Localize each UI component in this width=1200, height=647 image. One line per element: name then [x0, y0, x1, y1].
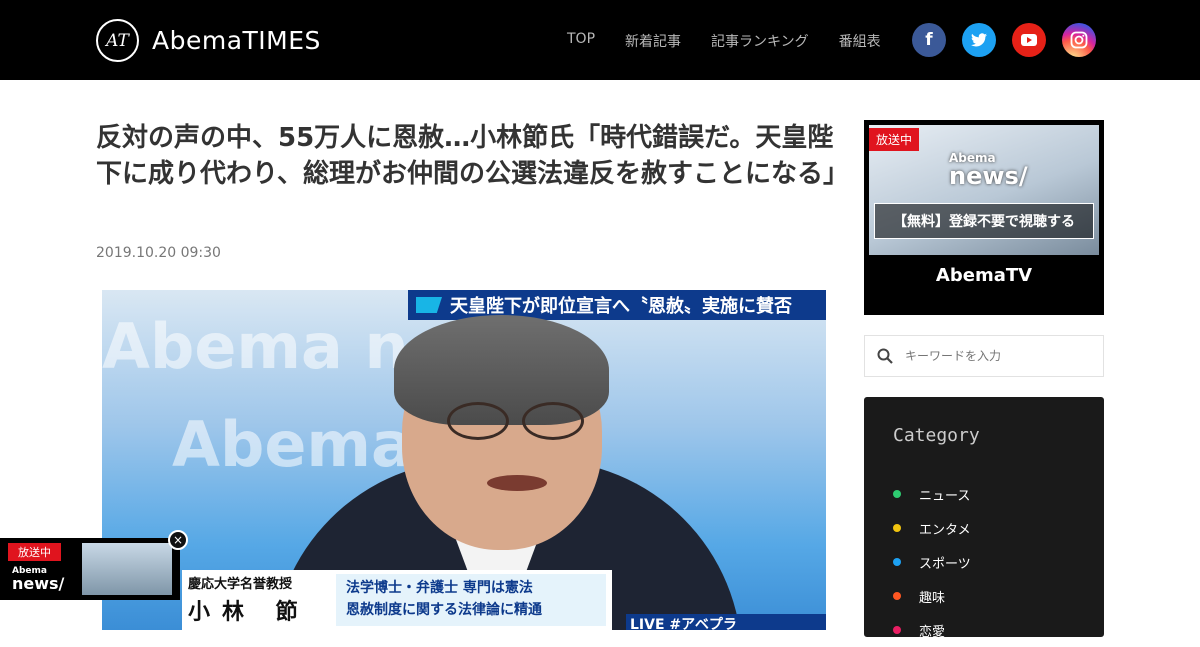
live-stream-thumbnail[interactable]: 放送中 Abema news/ 【無料】登録不要で視聴する — [869, 125, 1099, 255]
live-brand: news/ — [949, 162, 1028, 190]
caption-line-2: 恩赦制度に関する法律論に精通 — [346, 602, 542, 618]
abematv-logo: AbemaTV — [935, 265, 1033, 286]
caption-detail-block: 法学博士・弁護士 専門は憲法 恩赦制度に関する法律論に精通 — [336, 574, 606, 626]
category-item-news[interactable]: ニュース — [893, 477, 971, 511]
category-item-entertainment[interactable]: エンタメ — [893, 511, 971, 545]
category-item-hobby[interactable]: 趣味 — [893, 579, 971, 613]
youtube-icon[interactable] — [1012, 23, 1046, 57]
category-dot — [893, 524, 901, 532]
flag-icon — [416, 297, 442, 313]
main-nav: TOP 新着記事 記事ランキング 番組表 — [567, 31, 911, 51]
onair-badge: 放送中 — [869, 128, 920, 151]
article-hero-image: Abema news Abema TIME 天皇陛下が即位宣言へ〝恩赦〟実施に賛… — [102, 290, 826, 630]
nav-top[interactable]: TOP — [567, 31, 595, 51]
search-icon[interactable] — [877, 348, 893, 364]
social-links: f — [912, 23, 1112, 57]
mini-player[interactable]: 放送中 Abema news/ — [0, 538, 180, 600]
category-dot — [893, 558, 901, 566]
logo-mark-icon: AT — [96, 19, 139, 62]
glasses-icon — [447, 402, 509, 440]
live-stream-card[interactable]: 放送中 Abema news/ 【無料】登録不要で視聴する AbemaTV — [864, 120, 1104, 315]
category-dot — [893, 592, 901, 600]
category-dot — [893, 490, 901, 498]
search-box — [864, 335, 1104, 377]
site-header: AT AbemaTIMES TOP 新着記事 記事ランキング 番組表 f — [0, 0, 1200, 80]
caption-name-block: 慶応大学名誉教授 小林 節 — [182, 570, 332, 630]
live-badge: LIVE #アベプラ — [626, 614, 826, 630]
category-dot — [893, 626, 901, 634]
lower-third-caption: 慶応大学名誉教授 小林 節 法学博士・弁護士 専門は憲法 恩赦制度に関する法律論… — [182, 570, 612, 630]
category-title: Category — [893, 425, 980, 446]
glasses-icon — [522, 402, 584, 440]
nav-program-guide[interactable]: 番組表 — [839, 31, 881, 51]
nav-new-articles[interactable]: 新着記事 — [625, 31, 681, 51]
caption-title: 慶応大学名誉教授 — [188, 577, 293, 592]
category-list: ニュース エンタメ スポーツ 趣味 恋愛 — [893, 477, 971, 647]
facebook-icon[interactable]: f — [912, 23, 946, 57]
mini-player-thumbnail[interactable] — [82, 543, 172, 595]
watch-free-button[interactable]: 【無料】登録不要で視聴する — [874, 203, 1094, 239]
mini-brand: news/ — [12, 574, 65, 593]
logo-text: AbemaTIMES — [152, 26, 321, 55]
category-item-romance[interactable]: 恋愛 — [893, 613, 971, 647]
caption-name: 小林 節 — [188, 600, 310, 625]
instagram-icon[interactable] — [1062, 23, 1096, 57]
person-mouth — [487, 475, 547, 491]
search-input[interactable] — [905, 349, 1085, 363]
category-label: スポーツ — [919, 556, 971, 572]
mini-onair-badge: 放送中 — [8, 543, 61, 561]
article-title: 反対の声の中、55万人に恩赦…小林節氏「時代錯誤だ。天皇陛下に成り代わり、総理が… — [96, 123, 849, 189]
article-date: 2019.10.20 09:30 — [96, 245, 221, 261]
category-label: 恋愛 — [919, 624, 946, 640]
category-item-sports[interactable]: スポーツ — [893, 545, 971, 579]
category-label: エンタメ — [919, 522, 971, 538]
caption-line-1: 法学博士・弁護士 専門は憲法 — [346, 580, 533, 596]
close-icon[interactable]: × — [168, 530, 188, 550]
category-panel: Category ニュース エンタメ スポーツ 趣味 恋愛 — [864, 397, 1104, 640]
hero-banner: 天皇陛下が即位宣言へ〝恩赦〟実施に賛否 — [408, 290, 826, 320]
site-logo[interactable]: AT AbemaTIMES — [96, 19, 321, 62]
category-label: 趣味 — [919, 590, 946, 606]
nav-ranking[interactable]: 記事ランキング — [711, 31, 809, 51]
category-label: ニュース — [919, 488, 971, 504]
twitter-icon[interactable] — [962, 23, 996, 57]
